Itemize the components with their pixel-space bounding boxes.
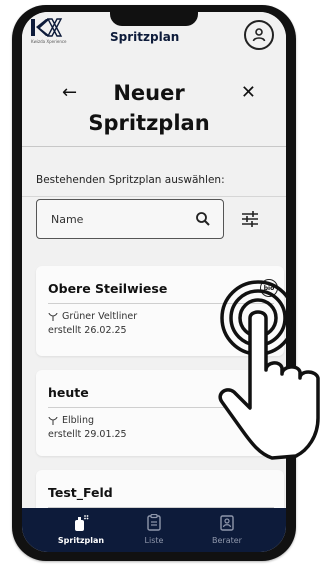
logo-subtitle: Kwizda Xperience <box>31 39 67 44</box>
user-icon <box>252 28 266 42</box>
search-placeholder: Name <box>51 213 84 226</box>
bottom-navigation: Spritzplan Liste Berater <box>22 508 286 552</box>
header-divider <box>22 146 286 147</box>
nav-label: Berater <box>212 536 242 545</box>
plan-card-variety: Grüner Veltliner <box>48 311 137 322</box>
kwizda-logo: Kwizda Xperience <box>31 18 103 48</box>
plan-card-date: erstellt 26.02.25 <box>48 325 127 336</box>
phone-notch <box>110 12 198 26</box>
plan-card-date: erstellt 29.01.25 <box>48 429 127 440</box>
filter-sliders-icon[interactable] <box>240 210 260 228</box>
plan-card-title: heute <box>48 385 89 400</box>
tap-gesture-hand-icon <box>218 280 320 460</box>
kwizda-logo-mark <box>31 18 63 37</box>
search-input[interactable]: Name <box>36 199 224 239</box>
profile-button[interactable] <box>244 20 274 50</box>
page-header: ← Neuer Spritzplan ✕ <box>22 62 286 154</box>
grape-vine-icon <box>48 416 58 425</box>
close-icon[interactable]: ✕ <box>241 82 256 103</box>
back-arrow-icon[interactable]: ← <box>62 82 77 103</box>
search-icon[interactable] <box>195 211 211 227</box>
nav-item-spritzplan[interactable]: Spritzplan <box>46 514 116 545</box>
variety-text: Grüner Veltliner <box>62 311 138 322</box>
sprayer-icon <box>75 515 89 531</box>
nav-item-berater[interactable]: Berater <box>192 514 262 545</box>
nav-label: Spritzplan <box>57 536 105 545</box>
plan-card-title: Test_Feld <box>48 485 113 500</box>
label-divider <box>22 196 286 197</box>
nav-label: Liste <box>144 536 164 545</box>
page-title: Neuer Spritzplan <box>88 81 210 135</box>
app-title: Spritzplan <box>110 30 180 44</box>
advisor-icon <box>220 515 234 531</box>
plan-card-variety: Elbling <box>48 415 94 426</box>
variety-text: Elbling <box>62 415 95 426</box>
list-icon <box>147 514 161 531</box>
grape-vine-icon <box>48 312 58 321</box>
nav-item-liste[interactable]: Liste <box>119 514 189 545</box>
plan-card-title: Obere Steilwiese <box>48 281 168 296</box>
select-plan-label: Bestehenden Spritzplan auswählen: <box>36 174 225 186</box>
